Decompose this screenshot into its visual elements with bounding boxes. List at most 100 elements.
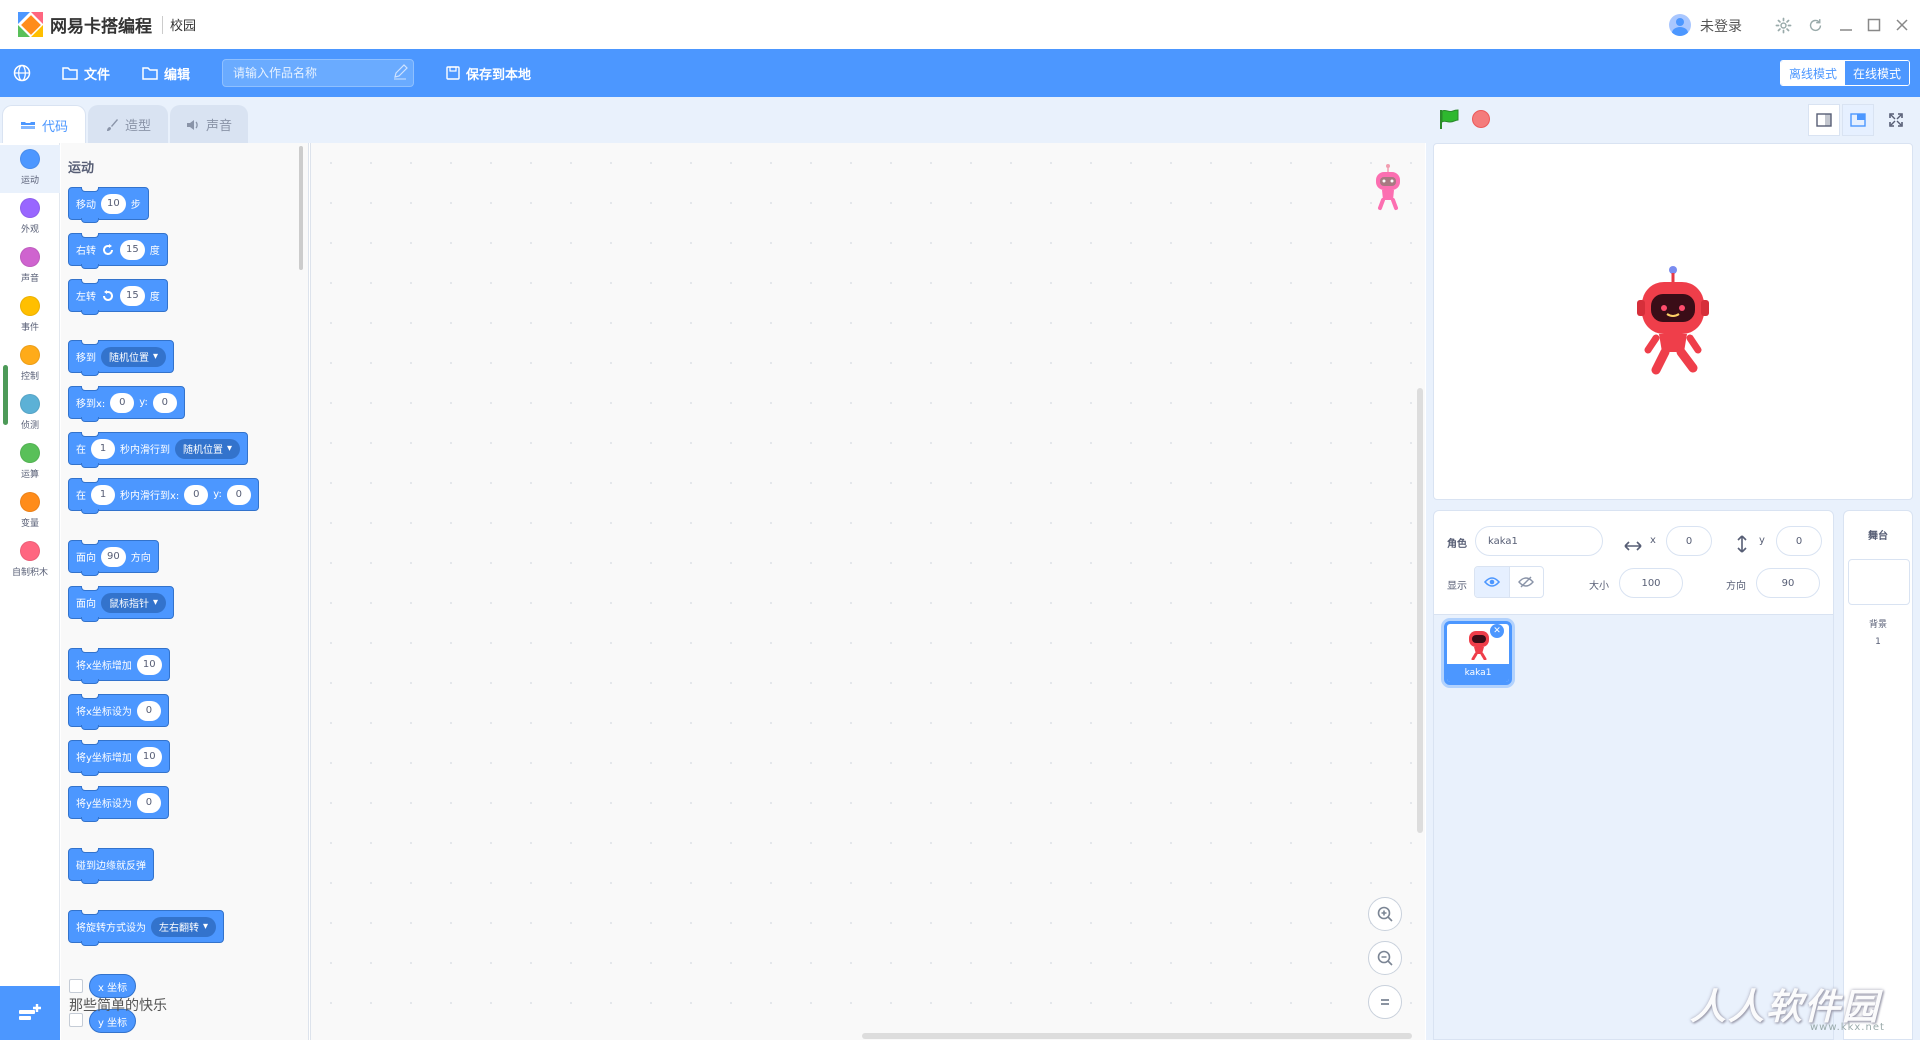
workspace-horizontal-scrollbar[interactable]	[862, 1033, 1412, 1039]
hide-button[interactable]	[1508, 567, 1543, 597]
block-point-direction[interactable]: 面向 90 方向	[68, 540, 159, 576]
zoom-out-button[interactable]	[1368, 941, 1402, 975]
sprite-y-input[interactable]: 0	[1776, 526, 1822, 556]
block-number-input[interactable]: 15	[120, 239, 145, 260]
my-blocks-color-dot	[20, 541, 40, 561]
stop-button[interactable]	[1472, 110, 1490, 128]
visibility-toggle	[1474, 566, 1544, 598]
fullscreen-button[interactable]	[1880, 104, 1912, 136]
tab-costumes[interactable]: 造型	[88, 105, 168, 143]
workspace-vertical-scrollbar[interactable]	[1417, 388, 1423, 833]
online-mode-button[interactable]: 在线模式	[1845, 61, 1910, 85]
block-move-steps[interactable]: 移动 10 步	[68, 187, 149, 223]
maximize-icon[interactable]	[1864, 15, 1884, 35]
stage-canvas[interactable]	[1433, 143, 1913, 500]
zoom-reset-button[interactable]	[1368, 985, 1402, 1019]
block-number-input[interactable]: 0	[152, 392, 177, 413]
sprite-direction-input[interactable]: 90	[1756, 568, 1820, 598]
block-set-y[interactable]: 将y坐标设为 0	[68, 786, 169, 822]
block-bounce-edge[interactable]: 碰到边缘就反弹	[68, 848, 154, 884]
block-point-toward[interactable]: 面向 鼠标指针 ▾	[68, 586, 175, 622]
save-local-button[interactable]: 保存到本地	[446, 49, 531, 97]
block-goto[interactable]: 移到 随机位置 ▾	[68, 340, 175, 376]
block-number-input[interactable]: 0	[110, 392, 135, 413]
settings-icon[interactable]	[1773, 15, 1793, 35]
y-position-checkbox[interactable]	[69, 1013, 83, 1027]
category-events[interactable]: 事件	[0, 292, 60, 340]
refresh-icon[interactable]	[1805, 15, 1825, 35]
block-number-input[interactable]: 0	[184, 484, 209, 505]
block-set-x[interactable]: 将x坐标设为 0	[68, 694, 169, 730]
edit-menu[interactable]: 编辑	[142, 49, 190, 97]
sprite-x-input[interactable]: 0	[1666, 526, 1712, 556]
project-title-input[interactable]	[222, 59, 414, 87]
mode-toggle: 离线模式 在线模式	[1780, 60, 1911, 86]
y-label: y	[1759, 535, 1765, 546]
close-icon[interactable]	[1892, 15, 1912, 35]
block-rotation-style[interactable]: 将旋转方式设为 左右翻转 ▾	[68, 910, 225, 946]
green-flag-icon[interactable]	[1438, 108, 1460, 130]
block-turn-right[interactable]: 右转 15 度	[68, 233, 168, 269]
category-motion[interactable]: 运动	[0, 145, 60, 193]
tab-sounds-label: 声音	[205, 119, 232, 134]
language-globe-icon[interactable]	[12, 49, 32, 97]
zoom-in-button[interactable]	[1368, 897, 1402, 931]
block-number-input[interactable]: 0	[136, 700, 161, 721]
code-icon	[20, 122, 35, 129]
sprite-size-input[interactable]: 100	[1619, 568, 1683, 598]
category-my-blocks[interactable]: 自制积木	[0, 537, 60, 585]
block-number-input[interactable]: 1	[91, 438, 115, 459]
block-dropdown[interactable]: 随机位置 ▾	[175, 438, 241, 459]
direction-label: 方向	[1726, 581, 1746, 592]
overlay-caption: 那些简单的快乐	[69, 998, 167, 1014]
category-looks[interactable]: 外观	[0, 194, 60, 242]
sprite-name-input[interactable]: kaka1	[1475, 526, 1603, 556]
kaka-robot-sprite[interactable]	[1634, 264, 1712, 380]
block-turn-left[interactable]: 左转 15 度	[68, 279, 168, 315]
block-number-input[interactable]: 15	[120, 285, 145, 306]
block-number-input[interactable]: 10	[136, 654, 162, 675]
user-avatar-icon[interactable]	[1669, 14, 1691, 36]
block-change-y[interactable]: 将y坐标增加 10	[68, 740, 170, 776]
folder-icon	[62, 67, 78, 80]
block-number-input[interactable]: 0	[226, 484, 251, 505]
block-dropdown[interactable]: 随机位置 ▾	[101, 346, 167, 367]
block-change-x[interactable]: 将x坐标增加 10	[68, 648, 170, 684]
block-glide-xy[interactable]: 在 1 秒内滑行到x: 0 y: 0	[68, 478, 259, 514]
category-sensing[interactable]: 侦测	[0, 390, 60, 438]
category-operators[interactable]: 运算	[0, 439, 60, 487]
block-text: 在	[76, 445, 86, 456]
category-scroll-indicator[interactable]	[3, 365, 8, 425]
block-number-input[interactable]: 1	[91, 484, 115, 505]
category-sound[interactable]: 声音	[0, 243, 60, 291]
category-control[interactable]: 控制	[0, 341, 60, 389]
small-stage-button[interactable]	[1808, 104, 1840, 136]
offline-mode-button[interactable]: 离线模式	[1781, 61, 1846, 85]
tab-sounds[interactable]: 声音	[170, 105, 248, 143]
block-goto-xy[interactable]: 移到x: 0 y: 0	[68, 386, 185, 422]
block-text: 将y坐标设为	[76, 799, 132, 810]
login-link[interactable]: 未登录	[1700, 16, 1742, 36]
backdrop-thumbnail[interactable]	[1848, 559, 1910, 605]
block-number-input[interactable]: 0	[136, 792, 161, 813]
show-button[interactable]	[1475, 567, 1509, 597]
normal-stage-button[interactable]	[1842, 104, 1874, 136]
block-dropdown[interactable]: 鼠标指针 ▾	[101, 592, 167, 613]
palette-scrollbar[interactable]	[299, 146, 303, 270]
minimize-icon[interactable]	[1836, 15, 1856, 35]
category-variables[interactable]: 变量	[0, 488, 60, 536]
add-extension-button[interactable]	[0, 986, 60, 1040]
block-dropdown[interactable]: 左右翻转 ▾	[151, 916, 217, 937]
script-workspace[interactable]	[310, 143, 1425, 1040]
file-menu[interactable]: 文件	[62, 49, 110, 97]
delete-sprite-icon[interactable]: ✕	[1490, 624, 1504, 638]
palette-section-title: 运动	[68, 161, 95, 176]
block-glide-to[interactable]: 在 1 秒内滑行到 随机位置 ▾	[68, 432, 249, 468]
tab-code[interactable]: 代码	[2, 105, 86, 144]
x-position-checkbox[interactable]	[69, 979, 83, 993]
category-label: 变量	[20, 519, 39, 529]
block-number-input[interactable]: 90	[101, 546, 126, 567]
block-number-input[interactable]: 10	[136, 746, 162, 767]
block-number-input[interactable]: 10	[101, 193, 126, 214]
stage-backdrop-panel[interactable]: 舞台 背景 1	[1843, 510, 1913, 1040]
